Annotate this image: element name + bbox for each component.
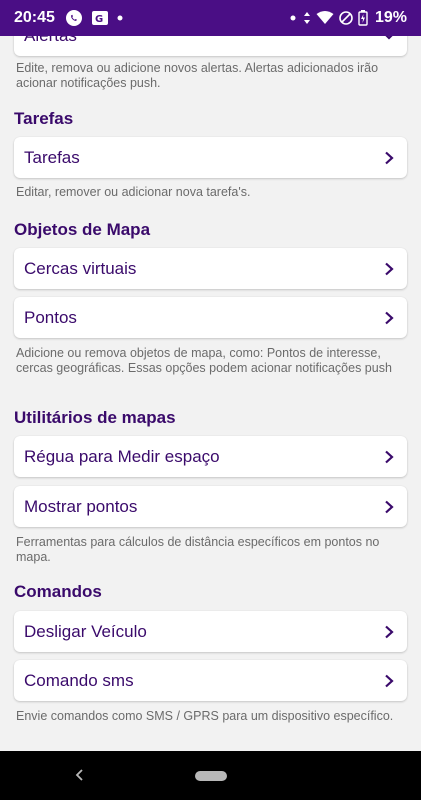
pontos-label: Pontos: [24, 307, 77, 327]
section-title-objetos-de-mapa: Objetos de Mapa: [14, 220, 151, 239]
regua-medir-label: Régua para Medir espaço: [24, 446, 220, 466]
home-pill-icon[interactable]: [194, 770, 227, 781]
status-time: 20:45: [14, 9, 55, 26]
chevron-right-icon: [381, 150, 397, 166]
tarefas-item-label: Tarefas: [24, 147, 80, 167]
status-bar: 20:45 G 19%: [0, 0, 421, 36]
chevron-right-icon: [381, 310, 397, 326]
back-icon[interactable]: [74, 766, 88, 784]
mostrar-pontos-item[interactable]: Mostrar pontos: [14, 486, 407, 527]
alertas-description: Edite, remova ou adicione novos alertas.…: [16, 61, 379, 90]
chevron-right-icon: [381, 261, 397, 277]
section-title-utilitarios: Utilitários de mapas: [14, 408, 176, 427]
whatsapp-icon: [65, 9, 83, 27]
section-title-comandos: Comandos: [14, 582, 102, 601]
section-title-tarefas: Tarefas: [14, 109, 74, 128]
regua-medir-item[interactable]: Régua para Medir espaço: [14, 436, 407, 477]
comando-sms-item[interactable]: Comando sms: [14, 660, 407, 701]
chevron-right-icon: [381, 449, 397, 465]
tarefas-description: Editar, remover ou adicionar nova tarefa…: [16, 185, 251, 199]
mostrar-pontos-label: Mostrar pontos: [24, 496, 138, 516]
notification-dot-icon: [117, 15, 123, 21]
cercas-virtuais-label: Cercas virtuais: [24, 258, 137, 278]
desligar-veiculo-label: Desligar Veículo: [24, 621, 147, 641]
tarefas-item[interactable]: Tarefas: [14, 137, 407, 178]
settings-list[interactable]: Alertas Edite, remova ou adicione novos …: [0, 36, 421, 751]
utilitarios-description: Ferramentas para cálculos de distância e…: [16, 535, 380, 564]
cercas-virtuais-item[interactable]: Cercas virtuais: [14, 248, 407, 289]
battery-icon: [358, 10, 368, 26]
do-not-disturb-icon: [339, 11, 353, 25]
wifi-icon: [316, 11, 334, 25]
svg-text:G: G: [95, 14, 103, 25]
chevron-right-icon: [381, 673, 397, 689]
comando-sms-label: Comando sms: [24, 670, 134, 690]
notification-dot-icon: [290, 15, 296, 21]
translate-icon: G: [91, 10, 109, 26]
pontos-item[interactable]: Pontos: [14, 297, 407, 338]
chevron-right-icon: [381, 624, 397, 640]
chevron-down-icon: [381, 36, 397, 44]
navigation-bar: [0, 751, 421, 800]
battery-level: 19%: [374, 9, 407, 26]
alertas-item-label: Alertas: [24, 36, 381, 46]
comandos-description: Envie comandos como SMS / GPRS para um d…: [16, 709, 394, 723]
desligar-veiculo-item[interactable]: Desligar Veículo: [14, 611, 407, 652]
alertas-item[interactable]: Alertas: [14, 36, 407, 56]
chevron-right-icon: [381, 499, 397, 515]
data-arrows-icon: [303, 11, 311, 25]
objetos-description: Adicione ou remova objetos de mapa, como…: [16, 346, 392, 375]
